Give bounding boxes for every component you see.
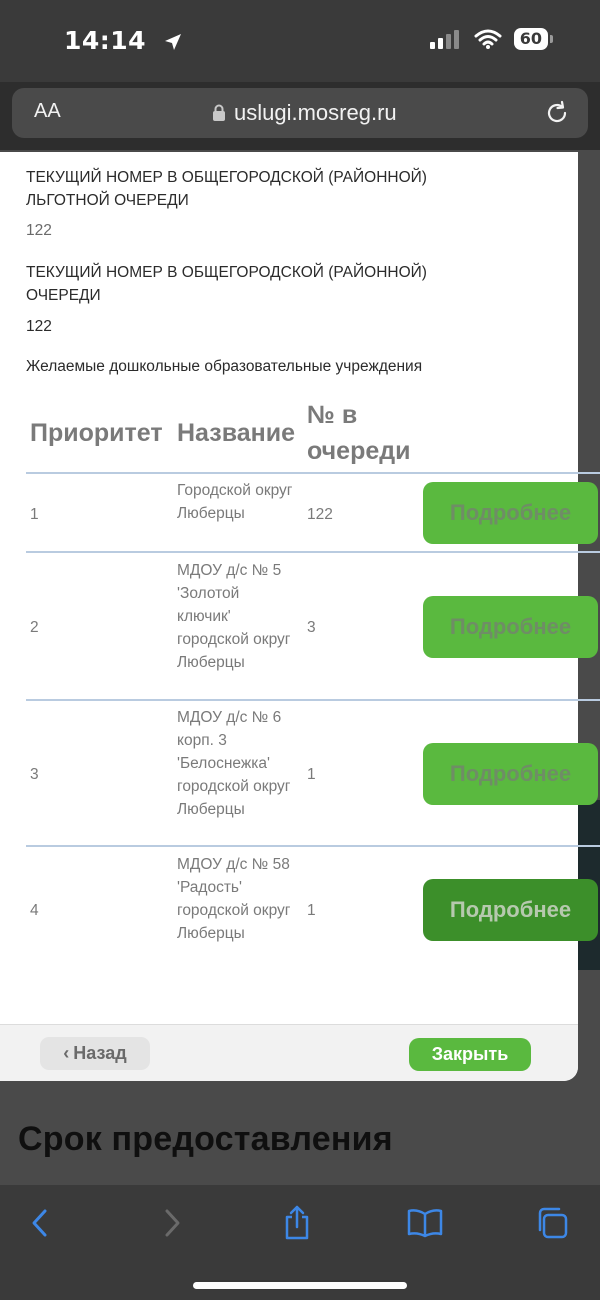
row-4-priority: 4: [30, 902, 39, 919]
table-divider: [173, 551, 600, 553]
privileged-queue-value: 122: [26, 222, 52, 239]
address-bar[interactable]: AA uslugi.mosreg.ru: [12, 88, 588, 138]
cellular-signal-icon: [429, 30, 459, 49]
chevron-left-icon: ‹: [63, 1043, 70, 1063]
location-arrow-icon: [165, 34, 182, 50]
row-2-name: МДОУ д/с № 5 'Золотой ключик' городской …: [177, 562, 291, 671]
reload-button[interactable]: [544, 100, 570, 131]
battery-indicator: 60: [513, 28, 554, 50]
row-4-queue: 1: [307, 902, 316, 919]
lock-icon: [213, 104, 225, 121]
row-3-details-button[interactable]: Подробнее: [423, 743, 598, 805]
row-2-priority: 2: [30, 619, 39, 636]
section-title: Желаемые дошкольные образовательные учре…: [26, 358, 423, 375]
row-1-priority: 1: [30, 506, 39, 523]
privileged-queue-label: ТЕКУЩИЙ НОМЕР В ОБЩЕГОРОДСКОЙ (РАЙОННОЙ)…: [26, 169, 427, 209]
back-nav-button[interactable]: [20, 1203, 60, 1243]
bookmarks-button[interactable]: [405, 1203, 445, 1243]
book-icon: [407, 1209, 443, 1238]
row-1-details-button[interactable]: Подробнее: [423, 482, 598, 544]
modal-footer: ‹ Назад Закрыть: [0, 1024, 578, 1081]
table-divider: [26, 551, 173, 553]
table-divider: [26, 699, 600, 701]
url-domain: uslugi.mosreg.ru: [234, 100, 397, 125]
column-header-name: Название: [177, 419, 296, 447]
row-3-name: МДОУ д/с № 6 корп. 3 'Белоснежка' городс…: [177, 709, 291, 818]
general-queue-label: ТЕКУЩИЙ НОМЕР В ОБЩЕГОРОДСКОЙ (РАЙОННОЙ)…: [26, 264, 427, 304]
general-queue-value: 122: [26, 318, 52, 335]
row-1-name: Городской округ Люберцы: [177, 482, 293, 522]
column-header-queue-line1: № в: [307, 401, 358, 429]
column-header-queue-line2: очереди: [307, 437, 411, 465]
aa-label: AA: [34, 100, 61, 122]
chevron-left-icon: [32, 1209, 47, 1237]
reader-settings-button[interactable]: AA: [34, 100, 61, 123]
column-header-priority: Приоритет: [30, 419, 163, 447]
back-label: Назад: [73, 1043, 127, 1063]
row-4-details-button[interactable]: Подробнее: [423, 879, 598, 941]
modal-body[interactable]: ТЕКУЩИЙ НОМЕР В ОБЩЕГОРОДСКОЙ (РАЙОННОЙ)…: [0, 152, 600, 1024]
row-1-queue: 122: [307, 506, 333, 523]
back-button[interactable]: ‹ Назад: [40, 1037, 150, 1070]
forward-nav-button[interactable]: [152, 1203, 192, 1243]
row-2-queue: 3: [307, 619, 316, 636]
table-divider: [26, 472, 600, 474]
close-button[interactable]: Закрыть: [409, 1038, 531, 1071]
share-button[interactable]: [277, 1203, 317, 1243]
home-indicator: [193, 1282, 407, 1289]
page-heading: Срок предоставления: [18, 1120, 393, 1158]
share-icon: [285, 1205, 309, 1240]
row-4-name: МДОУ д/с № 58 'Радость' городской округ …: [177, 856, 291, 942]
table-divider: [26, 845, 600, 847]
url-display[interactable]: uslugi.mosreg.ru: [212, 100, 397, 126]
wifi-icon: [474, 29, 502, 49]
chevron-right-icon: [165, 1209, 180, 1237]
row-2-details-button[interactable]: Подробнее: [423, 596, 598, 658]
status-bar: 14:14 60: [0, 0, 600, 82]
reload-icon: [547, 100, 567, 123]
row-3-priority: 3: [30, 766, 39, 783]
status-time: 14:14: [64, 26, 183, 55]
queue-details-modal: ТЕКУЩИЙ НОМЕР В ОБЩЕГОРОДСКОЙ (РАЙОННОЙ)…: [0, 152, 600, 1081]
tabs-icon: [538, 1207, 568, 1239]
tabs-button[interactable]: [532, 1203, 572, 1243]
status-icons: 60: [429, 28, 554, 50]
row-3-queue: 1: [307, 766, 316, 783]
clock-text: 14:14: [64, 26, 147, 55]
